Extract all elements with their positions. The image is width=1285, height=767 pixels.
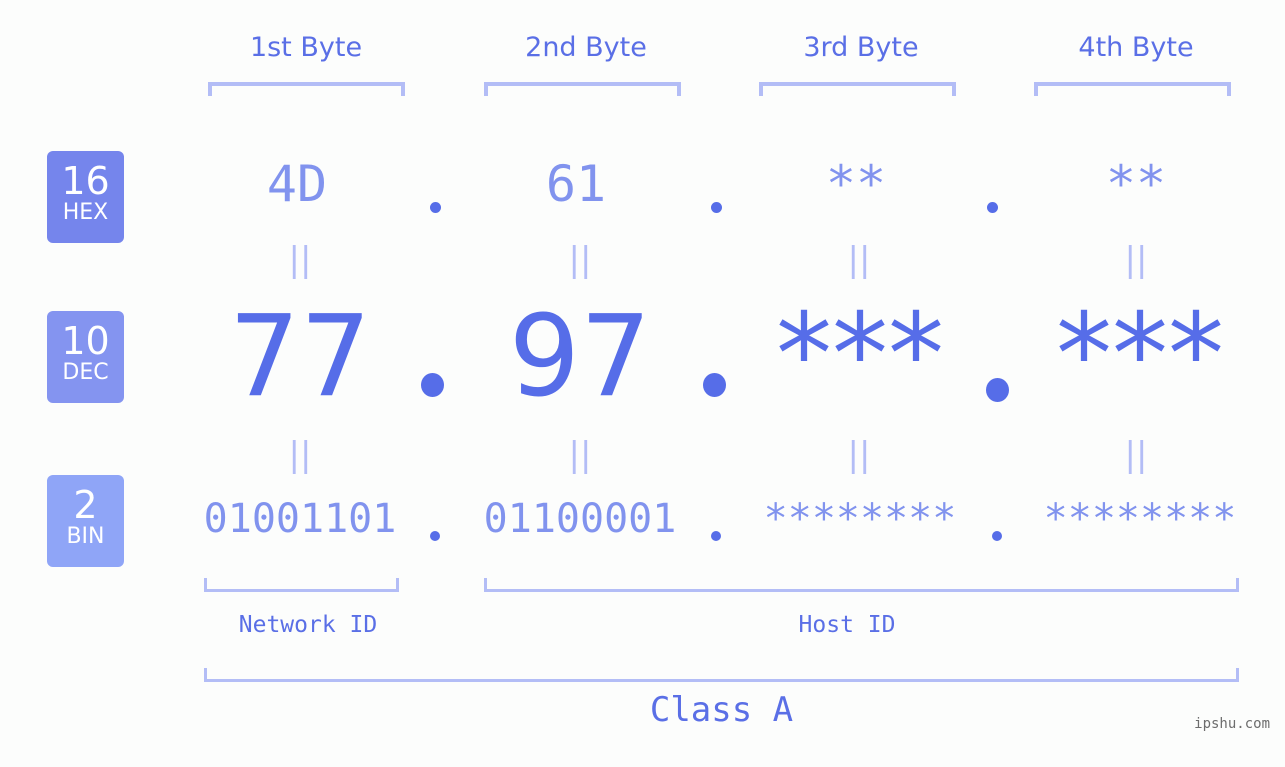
class-label: Class A [649, 690, 794, 730]
hex-value-1: 4D [266, 155, 328, 213]
hex-badge-number: 16 [61, 159, 110, 203]
byte-label-2: 2nd Byte [525, 32, 647, 63]
dec-value-4: *** [1056, 290, 1224, 420]
dec-value-2: 97 [508, 292, 652, 422]
equals-sign: || [847, 435, 871, 475]
equals-sign: || [288, 435, 312, 475]
hex-badge-name: HEX [62, 200, 109, 225]
equals-sign: || [1124, 240, 1148, 280]
bin-value-1: 01001101 [203, 496, 397, 542]
bin-badge-name: BIN [66, 524, 105, 549]
equals-sign: || [847, 240, 871, 280]
equals-sign: || [1124, 435, 1148, 475]
byte-label-3: 3rd Byte [803, 32, 919, 63]
watermark: ipshu.com [1194, 716, 1270, 732]
byte-label-4: 4th Byte [1078, 32, 1194, 63]
equals-sign: || [288, 240, 312, 280]
dec-value-3: *** [776, 290, 944, 420]
byte-bracket-4 [1034, 82, 1231, 96]
bin-badge: 2 BIN [47, 475, 124, 567]
bin-value-2: 01100001 [483, 496, 677, 542]
byte-label-1: 1st Byte [249, 32, 363, 63]
hex-badge: 16 HEX [47, 151, 124, 243]
class-bracket [204, 668, 1239, 682]
hex-value-3: ** [825, 155, 887, 213]
dec-badge-number: 10 [61, 319, 110, 363]
byte-bracket-1 [208, 82, 405, 96]
dec-separator-dot-3 [986, 378, 1009, 402]
dec-badge: 10 DEC [47, 311, 124, 403]
dec-badge-name: DEC [62, 360, 109, 385]
equals-sign: || [568, 435, 592, 475]
network-id-bracket [204, 578, 399, 592]
equals-sign: || [568, 240, 592, 280]
dec-value-1: 77 [228, 292, 372, 422]
bin-separator-dot-1 [430, 531, 440, 541]
hex-separator-dot-3 [987, 202, 998, 213]
hex-separator-dot-1 [430, 202, 441, 213]
bin-separator-dot-2 [711, 531, 721, 541]
byte-bracket-3 [759, 82, 956, 96]
bin-value-3: ******** [763, 496, 957, 542]
host-id-bracket [484, 578, 1239, 592]
dec-separator-dot-2 [703, 373, 726, 397]
bin-badge-number: 2 [73, 483, 98, 527]
network-id-label: Network ID [238, 612, 378, 638]
hex-value-2: 61 [545, 155, 607, 213]
host-id-label: Host ID [798, 612, 896, 638]
hex-separator-dot-2 [711, 202, 722, 213]
bin-separator-dot-3 [992, 531, 1002, 541]
bin-value-4: ******** [1043, 496, 1237, 542]
byte-bracket-2 [484, 82, 681, 96]
hex-value-4: ** [1105, 155, 1167, 213]
dec-separator-dot-1 [421, 373, 444, 397]
